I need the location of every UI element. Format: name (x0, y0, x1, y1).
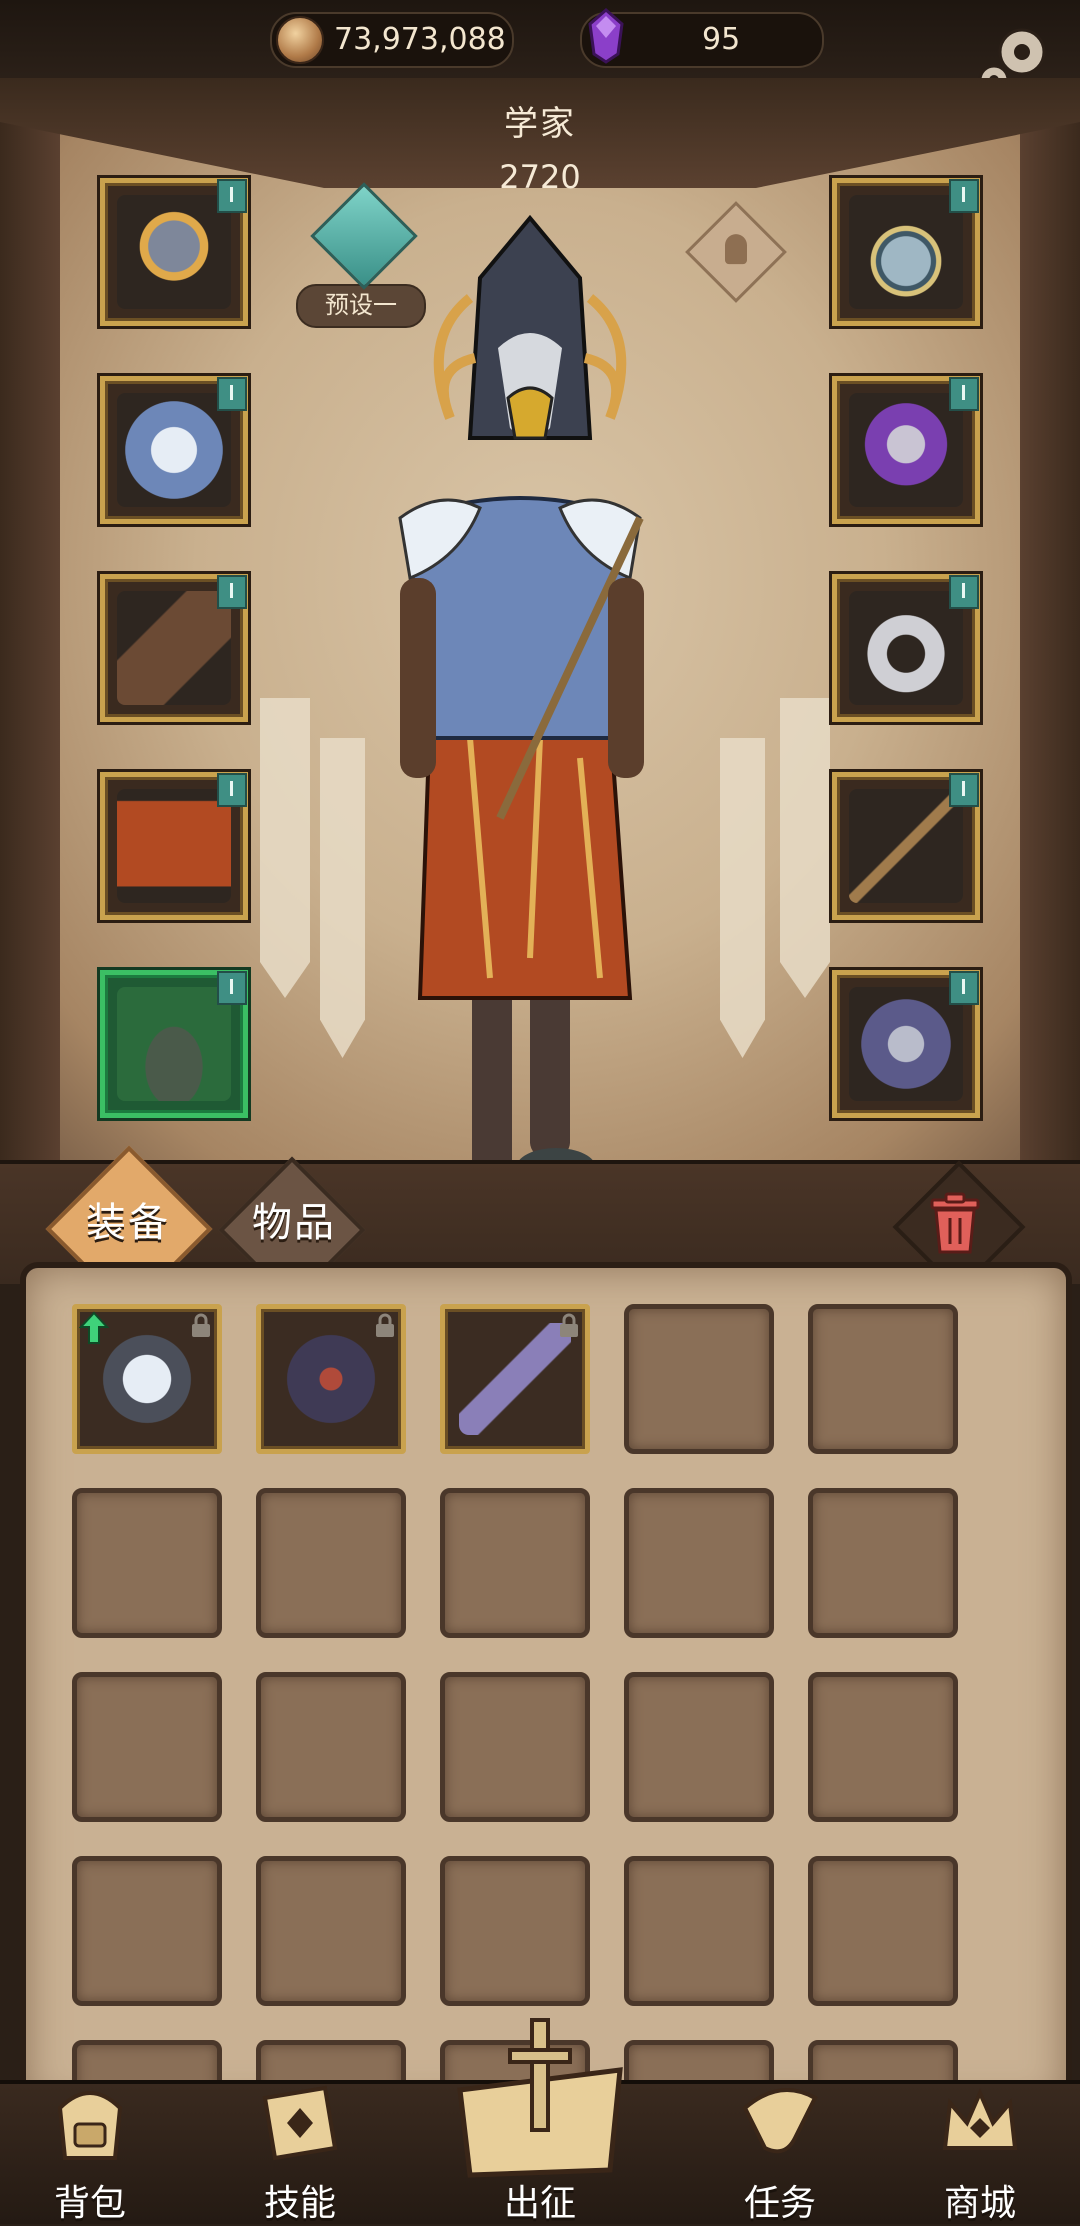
equip-slot-legs[interactable] (100, 772, 248, 920)
equipped-tag (949, 377, 979, 411)
empty-slot[interactable] (440, 1488, 590, 1638)
equip-slot-boots[interactable] (100, 970, 248, 1118)
inventory-item[interactable] (440, 1304, 590, 1454)
person-icon (725, 234, 747, 265)
hero-figure (398, 214, 644, 1178)
empty-slot[interactable] (256, 1488, 406, 1638)
equipped-tag (949, 179, 979, 213)
equipped-tag (949, 971, 979, 1005)
backdrop-banner (320, 738, 365, 1058)
nav-tasks[interactable]: 任务 (690, 2078, 870, 2224)
equipped-tag (217, 575, 247, 609)
purple-gem-icon (588, 8, 624, 64)
empty-slot[interactable] (256, 1672, 406, 1822)
skill-book-icon (262, 2085, 338, 2161)
empty-slot[interactable] (72, 1856, 222, 2006)
lock-icon (560, 1313, 578, 1337)
nav-label: 任务 (743, 2183, 816, 2224)
empty-slot[interactable] (72, 1488, 222, 1638)
nav-label: 背包 (53, 2183, 126, 2224)
empty-slot[interactable] (624, 1672, 774, 1822)
equipped-tag (217, 971, 247, 1005)
equip-slot-offhand[interactable] (832, 376, 980, 524)
equipped-tag (949, 575, 979, 609)
crown-shop-icon (942, 2087, 1018, 2150)
gem-counter[interactable]: 95 (580, 8, 824, 68)
backdrop-banner (260, 698, 310, 998)
purple-staff-icon (459, 1323, 571, 1435)
tab-equipment[interactable]: 装备 (86, 1190, 170, 1248)
dragon-armor-icon (849, 987, 963, 1101)
wood-frame-right (1020, 78, 1080, 1178)
empty-slot[interactable] (440, 1856, 590, 2006)
empty-slot[interactable] (256, 1856, 406, 2006)
equipped-tag (217, 179, 247, 213)
equipped-tag (217, 377, 247, 411)
wand-icon (849, 789, 963, 903)
lock-icon (192, 1313, 210, 1337)
lock-icon (376, 1313, 394, 1337)
empty-slot[interactable] (808, 1856, 958, 2006)
moss-boots-icon (117, 987, 231, 1101)
empty-slot[interactable] (808, 1304, 958, 1454)
dark-helm-icon (275, 1323, 387, 1435)
nav-expedition[interactable]: 出征 (450, 2078, 630, 2224)
inventory-item[interactable] (72, 1304, 222, 1454)
wood-frame-left (0, 78, 60, 1178)
equipped-tag (217, 773, 247, 807)
gold-counter[interactable]: 73,973,088 (270, 12, 514, 68)
cloud-armor-icon (117, 393, 231, 507)
silver-ring-icon (849, 591, 963, 705)
backdrop-banner (720, 738, 765, 1058)
backpack-icon (57, 2091, 123, 2160)
scroll-icon (742, 2088, 818, 2154)
skull-gauntlet-icon (849, 393, 963, 507)
empty-slot[interactable] (808, 1488, 958, 1638)
nav-label: 出征 (503, 2183, 576, 2224)
empty-slot[interactable] (808, 1672, 958, 1822)
equip-slot-head[interactable] (100, 178, 248, 326)
top-bar (0, 0, 1080, 81)
backdrop-banner (780, 698, 830, 998)
equip-slot-weapon[interactable] (832, 772, 980, 920)
equipped-tag (949, 773, 979, 807)
leather-glove-icon (117, 591, 231, 705)
upgrade-arrow-icon (79, 1311, 109, 1344)
nav-shop[interactable]: 商城 (890, 2078, 1070, 2224)
gem-value: 95 (702, 22, 741, 57)
gold-coin-icon (276, 16, 324, 64)
equip-slot-gloves[interactable] (100, 574, 248, 722)
nav-label: 商城 (943, 2183, 1016, 2224)
inventory-item[interactable] (256, 1304, 406, 1454)
tab-items[interactable]: 物品 (252, 1190, 336, 1248)
empty-slot[interactable] (440, 1672, 590, 1822)
amulet-icon (849, 195, 963, 309)
empty-slot[interactable] (624, 1856, 774, 2006)
nav-skills[interactable]: 技能 (210, 2078, 390, 2224)
empty-slot[interactable] (624, 1304, 774, 1454)
gold-value: 73,973,088 (334, 22, 506, 57)
equip-slot-necklace[interactable] (832, 178, 980, 326)
character-panel: 学家 2720 预设一 (0, 78, 1080, 1178)
red-skirt-icon (117, 789, 231, 903)
empty-slot[interactable] (72, 1672, 222, 1822)
equip-slot-cloak[interactable] (832, 970, 980, 1118)
nav-backpack[interactable]: 背包 (0, 2078, 180, 2224)
hooded-mask-icon (117, 195, 231, 309)
empty-slot[interactable] (624, 1488, 774, 1638)
trash-icon (930, 1192, 980, 1254)
hero-class-name: 学家 (504, 104, 576, 144)
nav-label: 技能 (263, 2183, 336, 2224)
equip-slot-chest[interactable] (100, 376, 248, 524)
profile-button[interactable] (685, 201, 787, 303)
equip-slot-ring[interactable] (832, 574, 980, 722)
